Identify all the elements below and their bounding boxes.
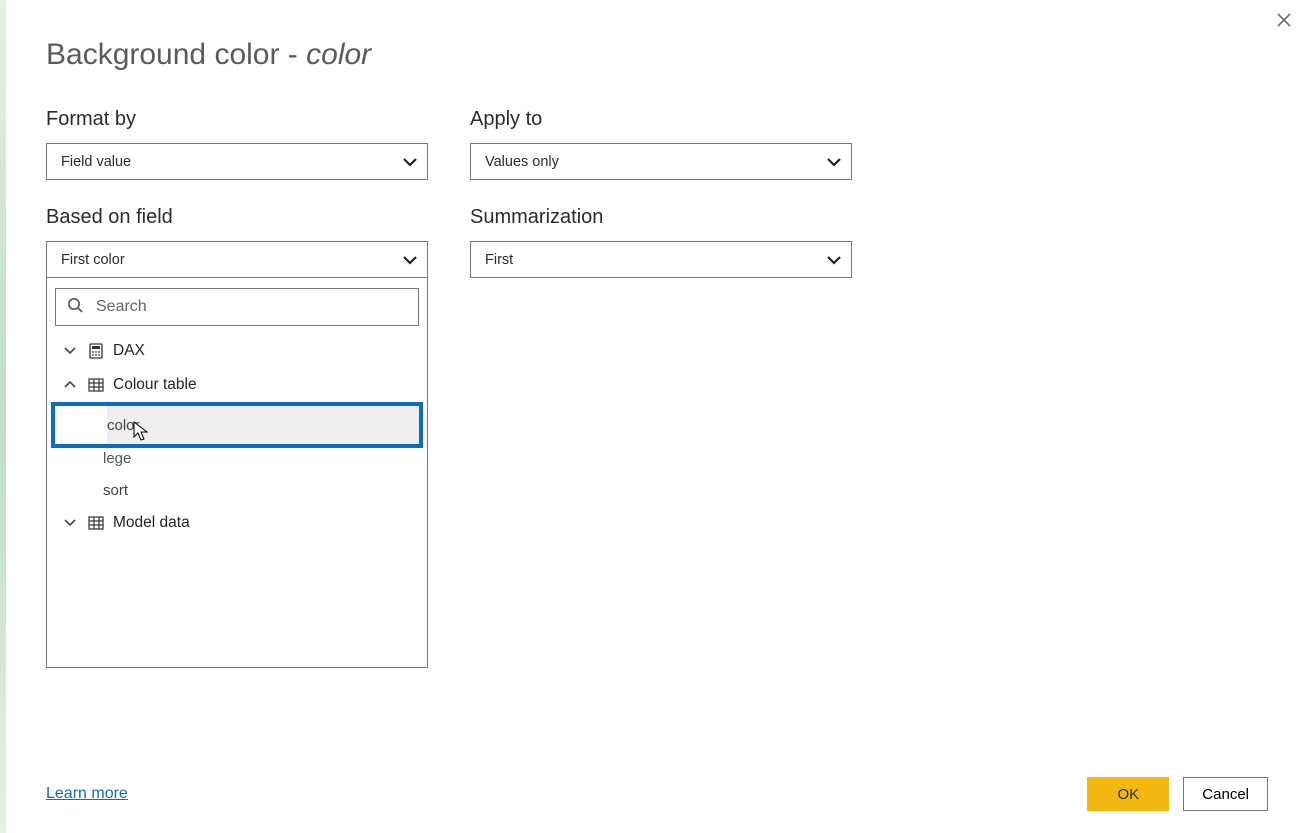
- format-by-select[interactable]: Field value: [46, 143, 428, 180]
- summarization-value: First: [485, 252, 513, 268]
- tree-node-colour-table[interactable]: Colour table: [55, 368, 419, 402]
- tree-leaf-lege[interactable]: lege: [55, 442, 419, 474]
- tree-leaf-label: sort: [103, 482, 128, 499]
- table-icon: [87, 376, 105, 394]
- chevron-down-icon: [61, 517, 79, 529]
- field-picker-dropdown: DAX Colour table color: [46, 278, 428, 668]
- summarization-select[interactable]: First: [470, 241, 852, 278]
- tree-node-label: DAX: [113, 342, 145, 360]
- based-on-field-select[interactable]: First color: [46, 241, 428, 278]
- tree-leaf-label: lege: [103, 450, 131, 467]
- tree-node-dax[interactable]: DAX: [55, 334, 419, 368]
- close-icon: [1276, 12, 1292, 28]
- based-on-field-label: Based on field: [46, 206, 428, 229]
- tree-node-label: Colour table: [113, 376, 197, 394]
- format-by-label: Format by: [46, 108, 428, 131]
- chevron-down-icon: [403, 157, 417, 167]
- dialog-footer: Learn more OK Cancel: [46, 777, 1268, 811]
- tree-leaf-sort[interactable]: sort: [55, 474, 419, 506]
- summarization-label: Summarization: [470, 206, 852, 229]
- tree-leaf-color[interactable]: color: [51, 402, 423, 448]
- ok-button[interactable]: OK: [1087, 777, 1169, 811]
- field-tree: DAX Colour table color: [55, 334, 419, 540]
- close-button[interactable]: [1276, 12, 1292, 32]
- chevron-down-icon: [403, 255, 417, 265]
- dialog-title: Background color - color: [46, 38, 1268, 72]
- background-color-dialog: Background color - color Format by Field…: [0, 0, 1314, 833]
- field-search-input[interactable]: [94, 297, 408, 317]
- format-by-value: Field value: [61, 154, 131, 170]
- tree-node-model-data[interactable]: Model data: [55, 506, 419, 540]
- apply-to-select[interactable]: Values only: [470, 143, 852, 180]
- apply-to-label: Apply to: [470, 108, 852, 131]
- dialog-title-fieldname: color: [306, 38, 371, 71]
- apply-to-value: Values only: [485, 154, 559, 170]
- chevron-down-icon: [827, 157, 841, 167]
- chevron-up-icon: [61, 379, 79, 391]
- tree-node-label: Model data: [113, 514, 190, 532]
- cancel-button[interactable]: Cancel: [1183, 777, 1268, 811]
- calculator-icon: [87, 342, 105, 360]
- chevron-down-icon: [827, 255, 841, 265]
- dialog-title-prefix: Background color -: [46, 38, 306, 71]
- cursor-icon: [132, 421, 152, 447]
- search-icon: [66, 296, 84, 319]
- chevron-down-icon: [61, 345, 79, 357]
- table-icon: [87, 514, 105, 532]
- field-search-wrap[interactable]: [55, 288, 419, 326]
- based-on-field-value: First color: [61, 252, 125, 268]
- learn-more-link[interactable]: Learn more: [46, 785, 128, 803]
